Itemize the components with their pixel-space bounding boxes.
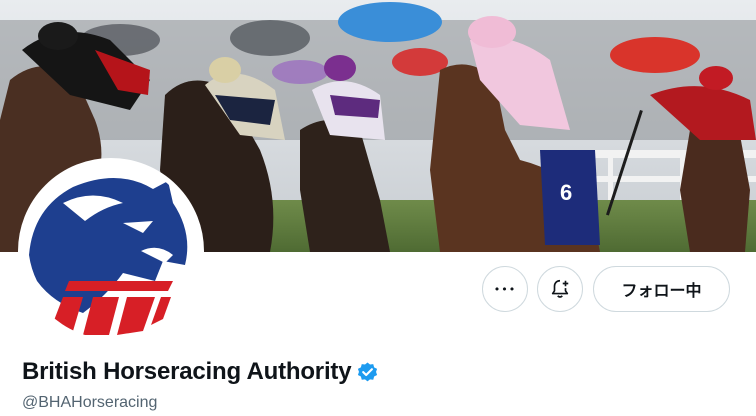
- profile-avatar[interactable]: [18, 158, 204, 344]
- verified-badge-icon[interactable]: [356, 361, 379, 384]
- following-button[interactable]: フォロー中: [593, 266, 730, 312]
- display-name: British Horseracing Authority: [22, 358, 352, 385]
- bell-plus-icon: [551, 279, 569, 298]
- profile-name-row: British Horseracing Authority: [22, 358, 379, 386]
- svg-text:6: 6: [560, 180, 572, 205]
- notifications-button[interactable]: [537, 266, 583, 312]
- more-options-button[interactable]: •••: [482, 266, 528, 312]
- more-icon: •••: [493, 282, 517, 296]
- bha-logo-icon: [23, 163, 199, 339]
- profile-handle: @BHAHorseracing: [22, 394, 158, 411]
